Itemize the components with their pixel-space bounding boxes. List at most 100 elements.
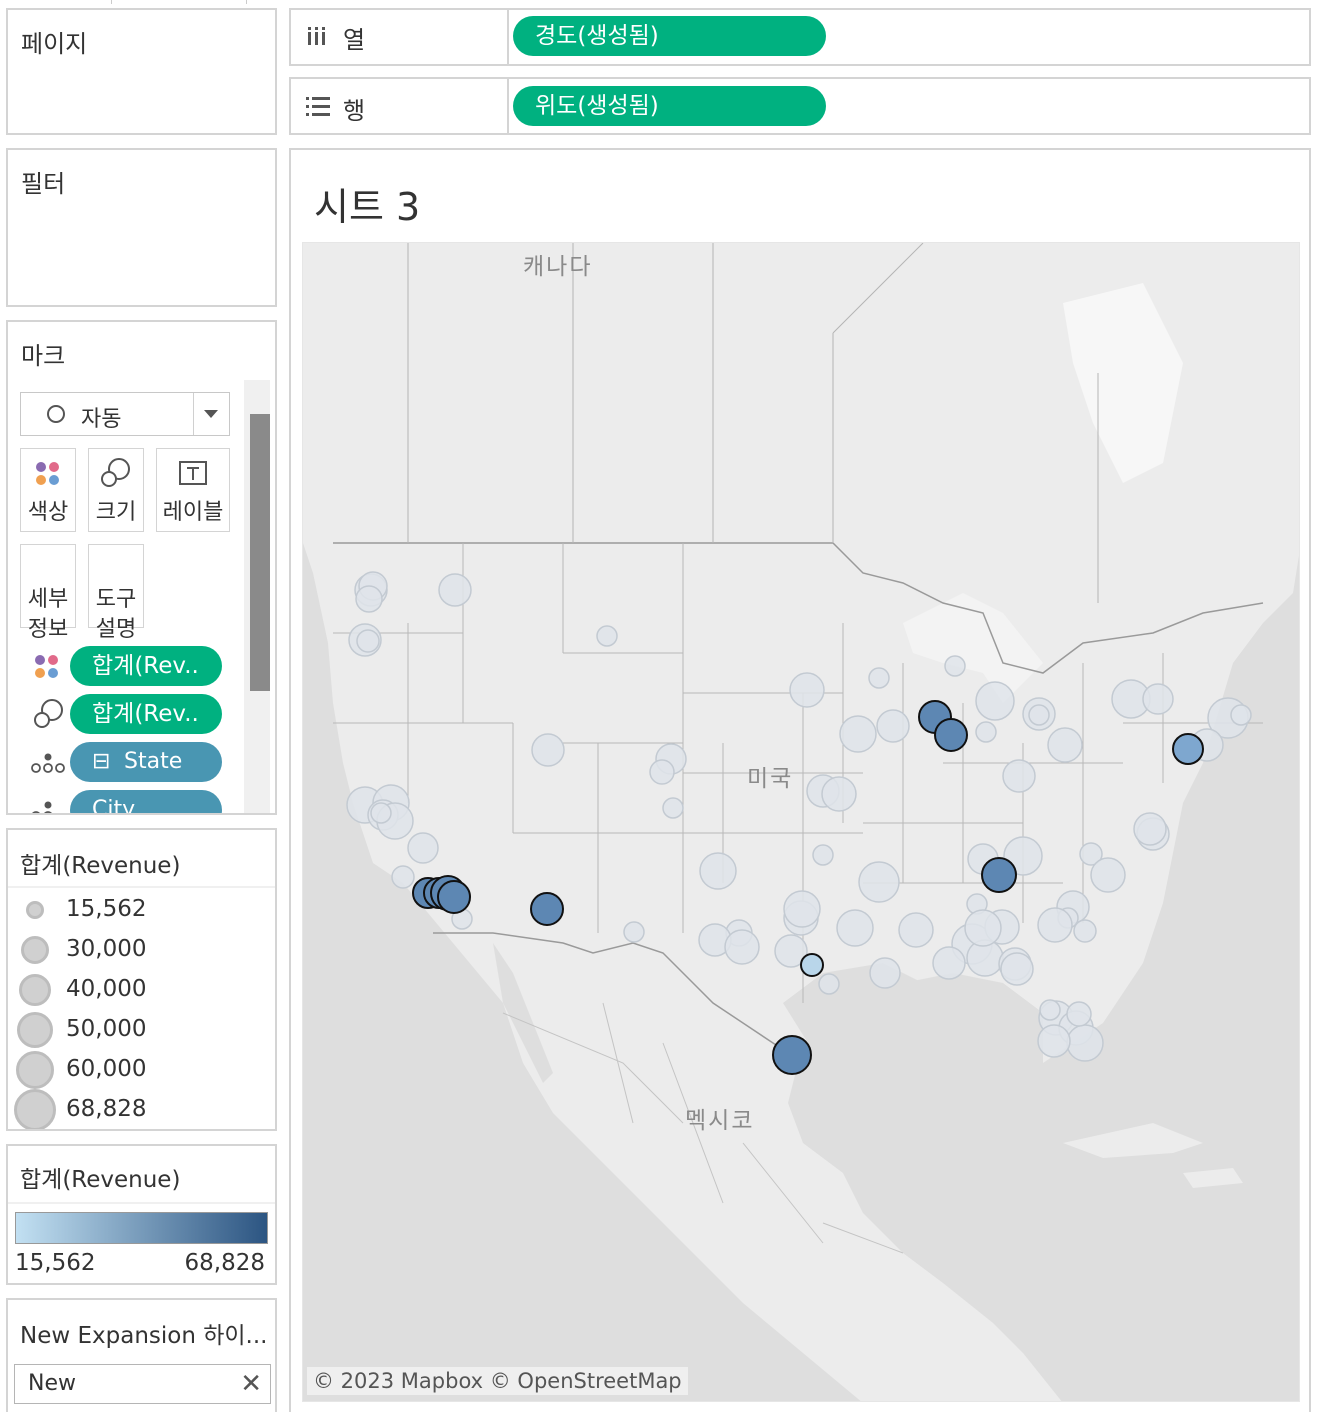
- ruler-tick: [246, 0, 247, 4]
- city-mark[interactable]: [407, 832, 439, 864]
- size-legend: 합계(Revenue) 15,562 30,000 40,000 50,000 60,0…: [6, 828, 277, 1131]
- city-mark[interactable]: [876, 709, 910, 743]
- city-mark[interactable]: [783, 890, 821, 928]
- size-pill[interactable]: 합계(Rev..: [70, 694, 222, 734]
- marks-card: 마크 자동 색상 크기 레이블 세부 정보 도구 설명 합계(Rev.. 합계(…: [6, 320, 277, 815]
- city-mark[interactable]: [699, 852, 737, 890]
- clear-icon[interactable]: ✕: [240, 1369, 262, 1399]
- city-mark-highlighted[interactable]: [981, 857, 1017, 893]
- city-mark-highlighted[interactable]: [934, 718, 968, 752]
- city-mark-highlighted[interactable]: [1172, 733, 1204, 765]
- city-mark[interactable]: [812, 844, 834, 866]
- city-mark[interactable]: [355, 585, 383, 613]
- city-mark[interactable]: [1028, 704, 1050, 726]
- label-button[interactable]: 레이블: [156, 448, 230, 532]
- city-mark[interactable]: [1230, 704, 1252, 726]
- city-mark[interactable]: [975, 721, 997, 743]
- city-mark[interactable]: [975, 681, 1015, 721]
- longitude-pill[interactable]: 경도(생성됨): [513, 16, 826, 56]
- city-mark[interactable]: [964, 909, 1002, 947]
- city-mark[interactable]: [596, 625, 618, 647]
- marks-title: 마크: [21, 342, 66, 370]
- size-legend-title: 합계(Revenue): [20, 853, 181, 879]
- size-legend-label: 30,000: [66, 936, 147, 962]
- city-mark[interactable]: [932, 946, 966, 980]
- rows-shelf[interactable]: 행 위도(생성됨): [289, 77, 1311, 135]
- city-mark[interactable]: [649, 759, 675, 785]
- columns-shelf[interactable]: 열 경도(생성됨): [289, 8, 1311, 66]
- rows-label: 행: [343, 97, 366, 125]
- city-mark[interactable]: [531, 733, 565, 767]
- marks-scrollbar-thumb[interactable]: [250, 414, 270, 691]
- city-mark[interactable]: [1037, 1024, 1071, 1058]
- pages-shelf[interactable]: 페이지: [6, 8, 277, 135]
- size-legend-item: 68,828: [8, 1089, 268, 1129]
- color-button[interactable]: 색상: [20, 448, 76, 532]
- size-button[interactable]: 크기: [88, 448, 144, 532]
- city-mark[interactable]: [898, 912, 934, 948]
- color-pill[interactable]: 합계(Rev..: [70, 646, 222, 686]
- state-pill[interactable]: ⊟ State: [70, 742, 222, 782]
- city-mark[interactable]: [869, 957, 901, 989]
- city-mark[interactable]: [839, 715, 877, 753]
- city-pill[interactable]: City: [70, 790, 222, 813]
- tooltip-button-label: 도구 설명: [95, 587, 137, 642]
- city-mark[interactable]: [944, 655, 966, 677]
- city-mark[interactable]: [1002, 759, 1036, 793]
- city-mark[interactable]: [391, 865, 415, 889]
- circle-icon: [47, 405, 65, 423]
- city-mark-highlighted[interactable]: [800, 953, 824, 977]
- city-mark[interactable]: [1039, 999, 1061, 1021]
- chevron-down-icon: [204, 410, 218, 418]
- city-mark[interactable]: [1047, 727, 1083, 763]
- size-button-label: 크기: [95, 500, 137, 525]
- city-mark[interactable]: [370, 802, 392, 824]
- city-mark[interactable]: [623, 921, 645, 943]
- map-attribution[interactable]: © 2023 Mapbox © OpenStreetMap: [307, 1367, 688, 1395]
- city-mark[interactable]: [356, 629, 380, 653]
- filter-card-input[interactable]: New ✕: [14, 1364, 271, 1404]
- size-legend-circle: [14, 1089, 56, 1129]
- map-label-usa: 미국: [747, 766, 794, 792]
- size-legend-circle: [17, 1012, 53, 1048]
- city-mark[interactable]: [868, 667, 890, 689]
- dropdown-divider: [193, 393, 194, 435]
- city-mark[interactable]: [438, 573, 472, 607]
- city-mark[interactable]: [1066, 1001, 1092, 1027]
- detail-button[interactable]: 세부 정보: [20, 544, 76, 642]
- city-mark[interactable]: [1000, 952, 1034, 986]
- map-canvas[interactable]: 캐나다 미국 멕시코 © 2023 Mapbox © OpenStreetMap: [302, 242, 1300, 1402]
- city-mark[interactable]: [836, 909, 874, 947]
- city-mark[interactable]: [1037, 907, 1073, 943]
- city-mark-highlighted[interactable]: [772, 1035, 812, 1075]
- city-mark[interactable]: [1142, 683, 1174, 715]
- columns-icon: [308, 27, 325, 45]
- size-icon: [101, 458, 130, 487]
- city-mark-highlighted[interactable]: [530, 892, 564, 926]
- city-mark-highlighted[interactable]: [437, 880, 471, 914]
- map-marks: [346, 571, 1252, 1075]
- size-legend-circle: [26, 901, 44, 919]
- city-mark[interactable]: [1090, 857, 1126, 893]
- color-dots-icon: [35, 655, 58, 678]
- rows-icon: [306, 97, 330, 116]
- city-mark[interactable]: [662, 797, 684, 819]
- filters-shelf[interactable]: 필터: [6, 148, 277, 307]
- filter-card-title: New Expansion 하이...: [20, 1323, 268, 1349]
- state-pill-label: State: [124, 749, 183, 774]
- size-legend-circle: [19, 974, 51, 1006]
- city-mark[interactable]: [821, 776, 857, 812]
- city-mark[interactable]: [724, 929, 760, 965]
- tooltip-button[interactable]: 도구 설명: [88, 544, 144, 642]
- city-mark[interactable]: [1133, 812, 1167, 846]
- mark-type-dropdown[interactable]: 자동: [20, 392, 230, 436]
- city-mark[interactable]: [858, 861, 900, 903]
- city-mark[interactable]: [818, 973, 840, 995]
- city-mark[interactable]: [1073, 919, 1097, 943]
- sheet-title: 시트 3: [314, 185, 421, 229]
- latitude-pill[interactable]: 위도(생성됨): [513, 86, 826, 126]
- city-mark[interactable]: [789, 672, 825, 708]
- city-mark[interactable]: [1066, 1024, 1104, 1062]
- size-legend-items: 15,562 30,000 40,000 50,000 60,000 68,828: [8, 890, 275, 1129]
- size-legend-item: 50,000: [8, 1010, 268, 1050]
